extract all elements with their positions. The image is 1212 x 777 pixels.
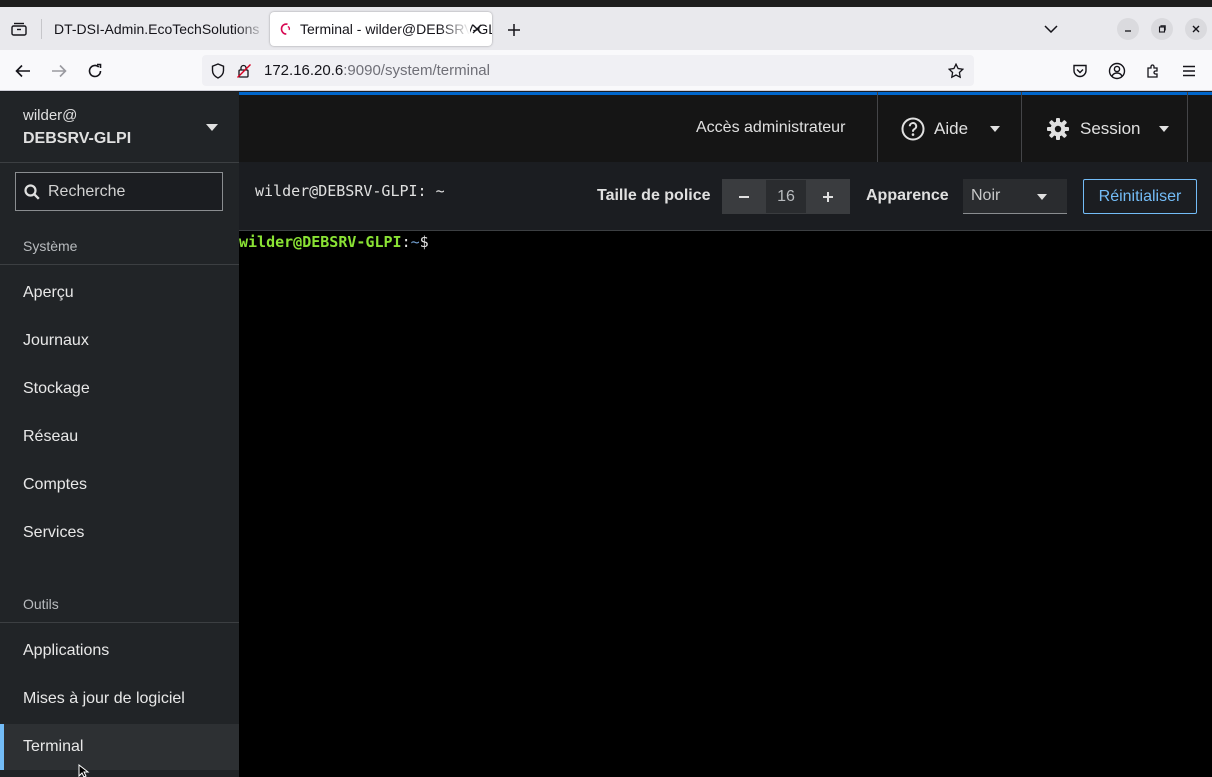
search-icon <box>24 184 40 200</box>
sidebar-item-reseau[interactable]: Réseau <box>0 414 239 460</box>
prompt-path: ~ <box>410 233 420 251</box>
divider <box>0 622 239 623</box>
sidebar-item-comptes[interactable]: Comptes <box>0 462 239 508</box>
appearance-value: Noir <box>971 187 1001 204</box>
sidebar-item-services[interactable]: Services <box>0 510 239 556</box>
caret-down-icon <box>1159 126 1170 132</box>
sidebar-item-apercu[interactable]: Aperçu <box>0 270 239 316</box>
browser-tab-terminal[interactable]: Terminal - wilder@DEBSRV-GLPI <box>270 12 492 46</box>
sidebar-item-mises-a-jour[interactable]: Mises à jour de logiciel <box>0 676 239 722</box>
browser-tab-dsi-admin[interactable]: DT-DSI-Admin.EcoTechSolutions <box>42 12 266 46</box>
sidebar: wilder@ DEBSRV-GLPI Système Aperçu Journ… <box>0 92 239 777</box>
session-menu-button[interactable]: Session <box>1046 112 1170 146</box>
url-path: :9090/system/terminal <box>343 62 490 79</box>
divider <box>877 92 878 162</box>
account-icon[interactable] <box>1104 58 1130 84</box>
os-top-bar <box>0 0 1212 7</box>
browser-nav-bar: 172.16.20.6:9090/system/terminal <box>0 50 1212 91</box>
tab-fade <box>440 12 470 46</box>
divider <box>1021 92 1022 162</box>
tab-list-icon[interactable] <box>6 17 32 41</box>
section-label-systeme: Système <box>23 238 78 254</box>
terminal-cursor <box>429 233 438 250</box>
minimize-icon[interactable] <box>1117 18 1139 40</box>
browser-tab-bar: DT-DSI-Admin.EcoTechSolutions Terminal -… <box>0 7 1212 50</box>
url-host: 172.16.20.6 <box>264 62 344 79</box>
hamburger-menu-icon[interactable] <box>1176 58 1202 84</box>
increase-font-button[interactable] <box>806 179 850 214</box>
pocket-icon[interactable] <box>1067 58 1093 84</box>
search-input[interactable] <box>48 181 218 203</box>
tab-overflow-chevron-icon[interactable] <box>1040 18 1062 40</box>
prompt-symbol: $ <box>419 233 429 251</box>
reload-icon[interactable] <box>82 58 108 84</box>
extensions-icon[interactable] <box>1140 58 1166 84</box>
shield-icon[interactable] <box>208 61 228 81</box>
url-text[interactable]: 172.16.20.6:9090/system/terminal <box>264 62 490 79</box>
help-circle-icon <box>901 117 925 141</box>
sidebar-item-stockage[interactable]: Stockage <box>0 366 239 412</box>
insecure-lock-icon[interactable] <box>234 61 254 81</box>
font-size-stepper: 16 <box>722 179 850 214</box>
sidebar-item-applications[interactable]: Applications <box>0 628 239 674</box>
minus-icon <box>739 195 749 198</box>
gear-icon <box>1047 118 1069 140</box>
tab-label: DT-DSI-Admin.EcoTechSolutions <box>54 21 260 37</box>
restore-icon[interactable] <box>1151 18 1173 40</box>
terminal-title: wilder@DEBSRV-GLPI: ~ <box>255 182 445 200</box>
decrease-font-button[interactable] <box>722 179 766 214</box>
caret-down-icon <box>1037 194 1047 200</box>
caret-down-icon <box>990 126 1001 132</box>
bookmark-star-icon[interactable] <box>946 61 966 81</box>
cockpit-topbar: Accès administrateur Aide Session <box>239 92 1212 162</box>
back-arrow-icon[interactable] <box>10 58 36 84</box>
host-user: wilder@ <box>23 107 78 124</box>
host-caret-down-icon <box>206 124 218 131</box>
help-menu-button[interactable]: Aide <box>901 112 1001 146</box>
host-name: DEBSRV-GLPI <box>23 130 132 147</box>
debian-favicon-icon <box>280 22 292 36</box>
prompt-colon: : <box>401 233 411 251</box>
font-size-label: Taille de police <box>597 187 711 204</box>
tab-fade <box>236 12 266 46</box>
sidebar-item-terminal[interactable]: Terminal <box>0 724 239 770</box>
prompt-user: wilder@DEBSRV-GLPI <box>239 233 402 251</box>
mouse-pointer-icon <box>78 764 90 777</box>
terminal-screen[interactable]: wilder@DEBSRV-GLPI:~$ <box>239 231 1212 777</box>
terminal-prompt: wilder@DEBSRV-GLPI:~$ <box>239 233 438 251</box>
close-window-icon[interactable] <box>1185 18 1207 40</box>
tab-close-icon[interactable] <box>470 22 484 36</box>
plus-icon <box>823 191 833 202</box>
search-field[interactable] <box>15 172 223 211</box>
terminal-toolbar: wilder@DEBSRV-GLPI: ~ Taille de police 1… <box>239 162 1212 231</box>
help-label: Aide <box>934 119 969 138</box>
admin-access-button[interactable]: Accès administrateur <box>696 119 845 137</box>
divider <box>1187 92 1188 162</box>
url-bar[interactable]: 172.16.20.6:9090/system/terminal <box>202 55 974 86</box>
host-switcher[interactable]: wilder@ DEBSRV-GLPI <box>0 92 239 163</box>
section-label-outils: Outils <box>23 596 59 612</box>
reset-button[interactable]: Réinitialiser <box>1083 179 1197 214</box>
sidebar-item-journaux[interactable]: Journaux <box>0 318 239 364</box>
font-size-value[interactable]: 16 <box>766 179 806 214</box>
session-label: Session <box>1080 119 1141 138</box>
forward-arrow-icon[interactable] <box>46 58 72 84</box>
appearance-select[interactable]: Noir <box>963 179 1067 214</box>
divider <box>0 264 239 265</box>
new-tab-plus-icon[interactable] <box>502 19 526 41</box>
appearance-label: Apparence <box>866 187 949 204</box>
